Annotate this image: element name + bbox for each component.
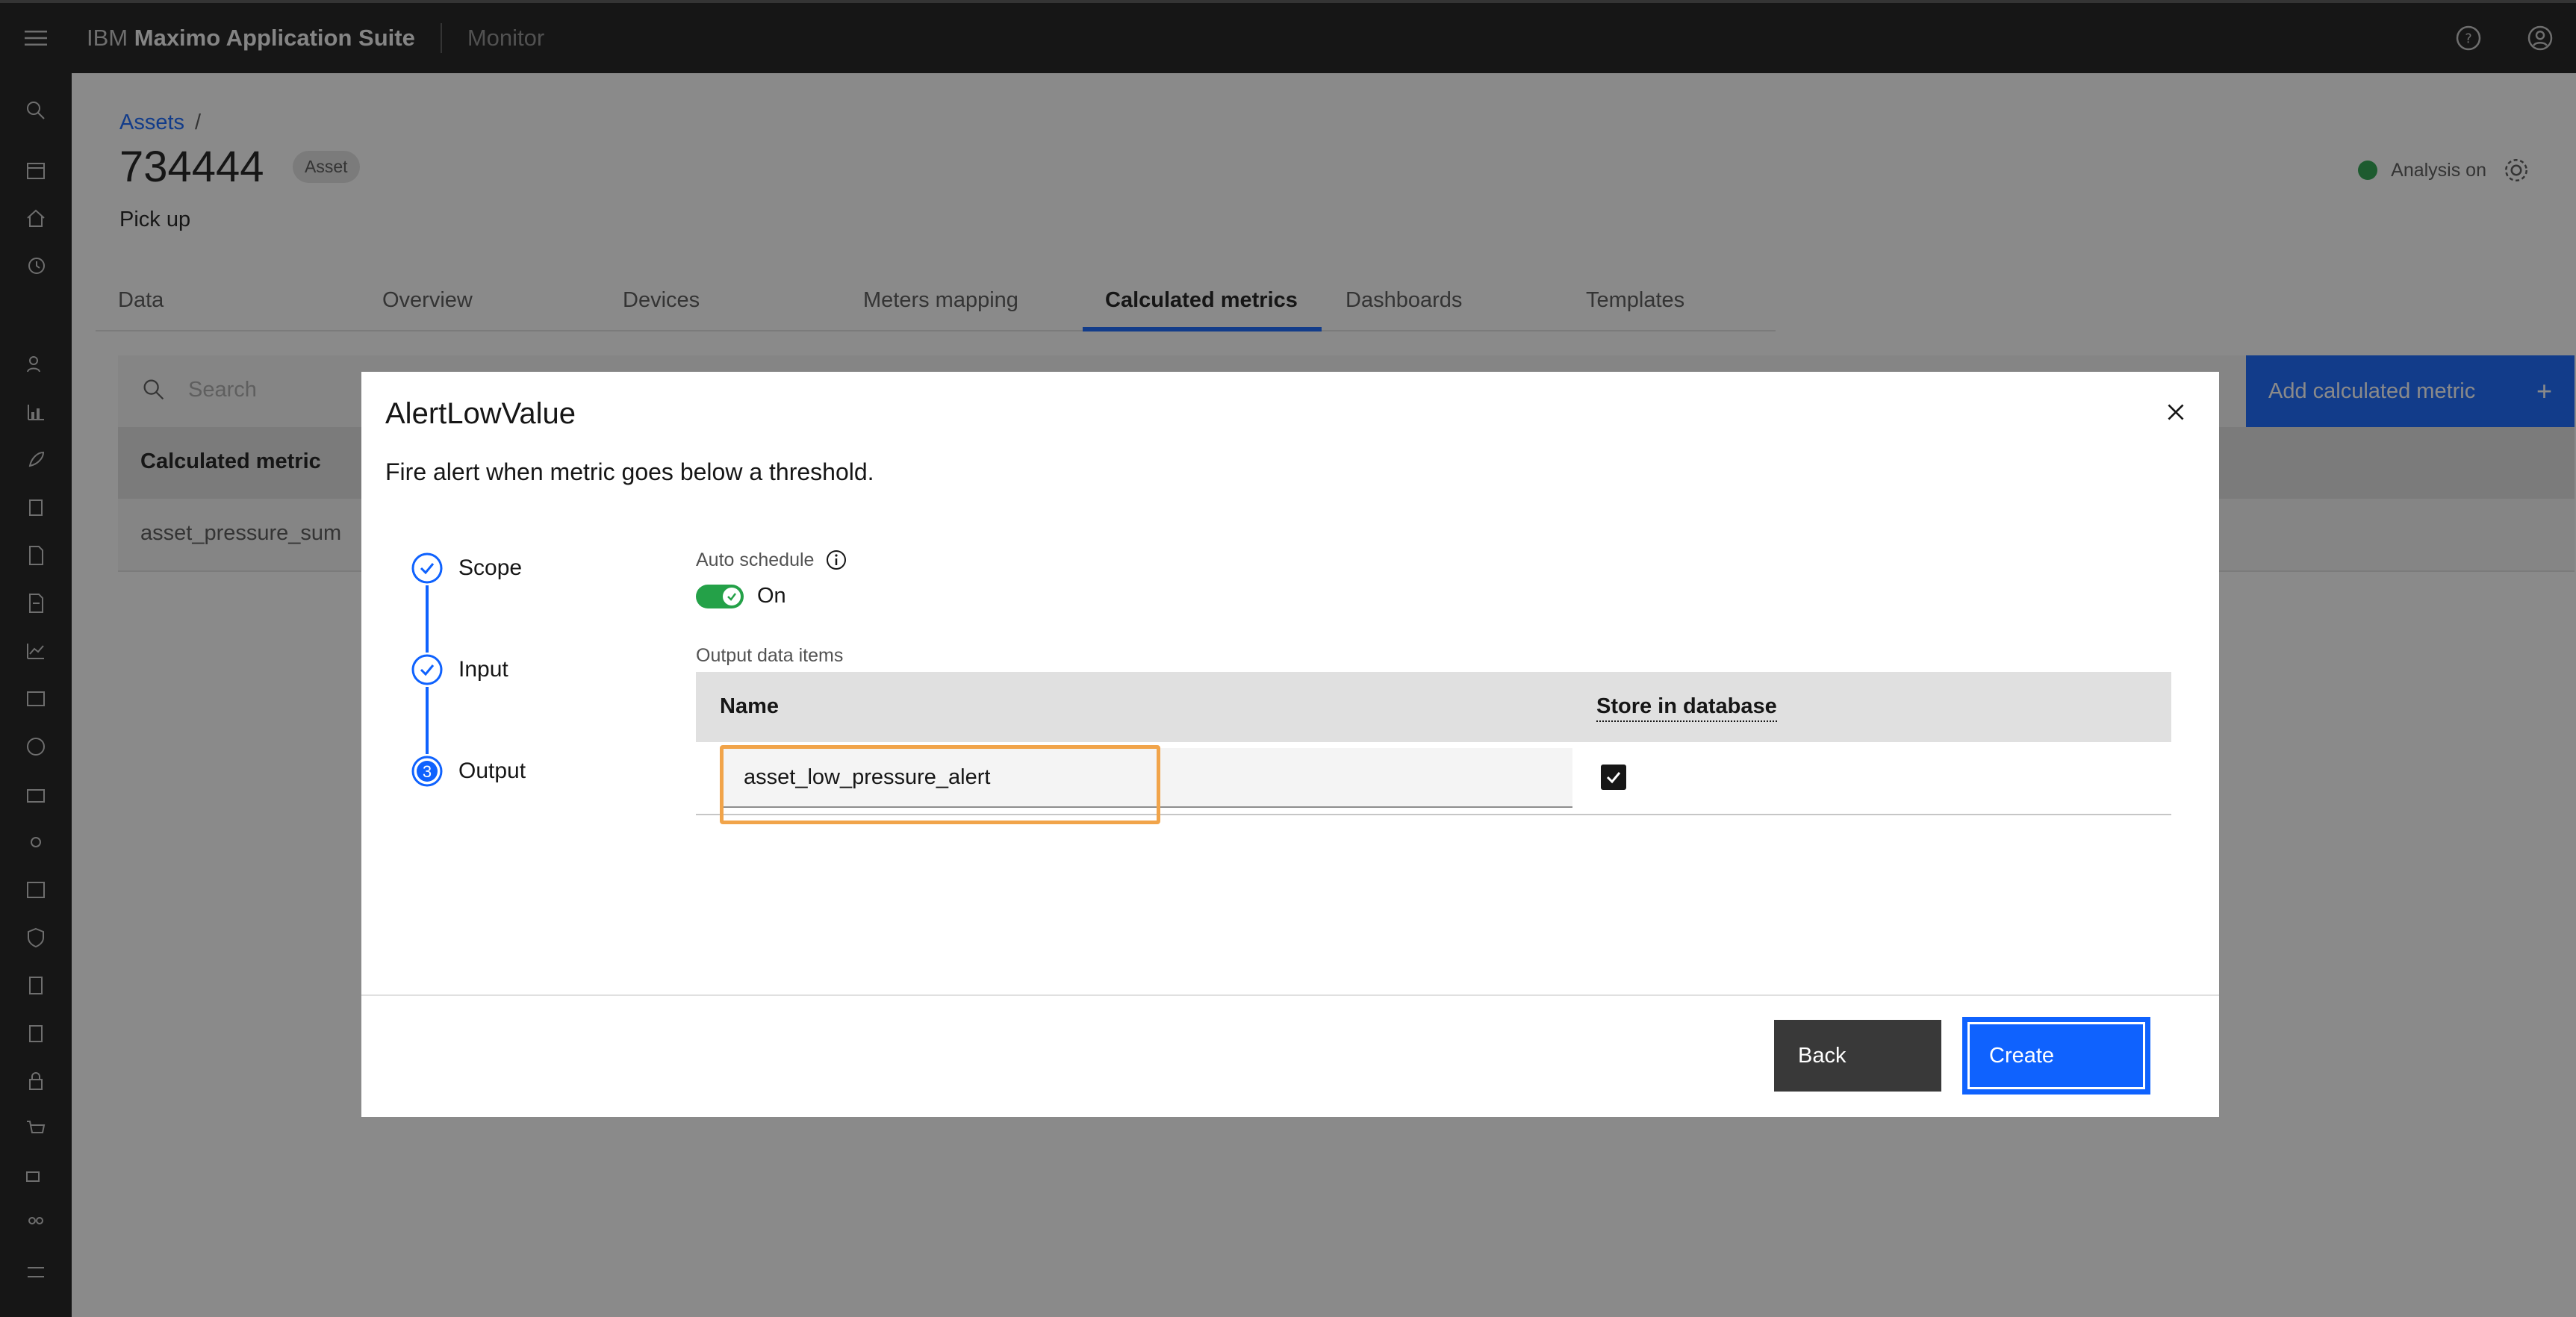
table-row [696, 742, 2171, 824]
checkmark-icon [1606, 772, 1621, 784]
step-input[interactable]: Input [411, 653, 635, 687]
auto-schedule-field: Auto schedule [696, 548, 2171, 572]
step-label: Input [458, 657, 508, 682]
step-connector [426, 687, 429, 754]
step-scope[interactable]: Scope [411, 551, 635, 585]
create-button[interactable]: Create [1962, 1017, 2150, 1095]
step-label: Scope [458, 555, 523, 580]
auto-schedule-toggle[interactable] [696, 584, 744, 608]
step-complete-icon [411, 653, 444, 686]
close-icon[interactable] [2155, 391, 2197, 433]
info-icon[interactable] [824, 548, 848, 572]
store-in-database-checkbox[interactable] [1601, 765, 1626, 790]
modal-subtitle: Fire alert when metric goes below a thre… [385, 458, 874, 485]
column-header-store-in-database[interactable]: Store in database [1596, 694, 1777, 722]
output-form: Auto schedule On Output data items Name … [696, 548, 2171, 824]
output-table-header: Name Store in database [696, 672, 2171, 742]
alert-modal: AlertLowValue Fire alert when metric goe… [361, 372, 2219, 1117]
step-output[interactable]: 3 Output [411, 754, 635, 788]
modal-footer: Back Create [361, 994, 2219, 1117]
checkmark-icon [727, 592, 736, 601]
step-label: Output [458, 759, 526, 783]
auto-schedule-toggle-row: On [696, 584, 786, 608]
step-complete-icon [411, 552, 444, 585]
output-name-input[interactable] [720, 748, 1572, 808]
toggle-state-text: On [757, 584, 786, 608]
output-data-table: Name Store in database [696, 672, 2171, 824]
column-header-name: Name [720, 694, 779, 718]
toggle-knob [723, 587, 741, 605]
step-connector [426, 585, 429, 653]
modal-title: AlertLowValue [385, 397, 576, 430]
output-data-items-label: Output data items [696, 645, 844, 666]
back-button[interactable]: Back [1774, 1020, 1941, 1092]
step-number: 3 [423, 762, 432, 781]
step-current-icon: 3 [411, 755, 444, 788]
auto-schedule-label: Auto schedule [696, 549, 815, 570]
